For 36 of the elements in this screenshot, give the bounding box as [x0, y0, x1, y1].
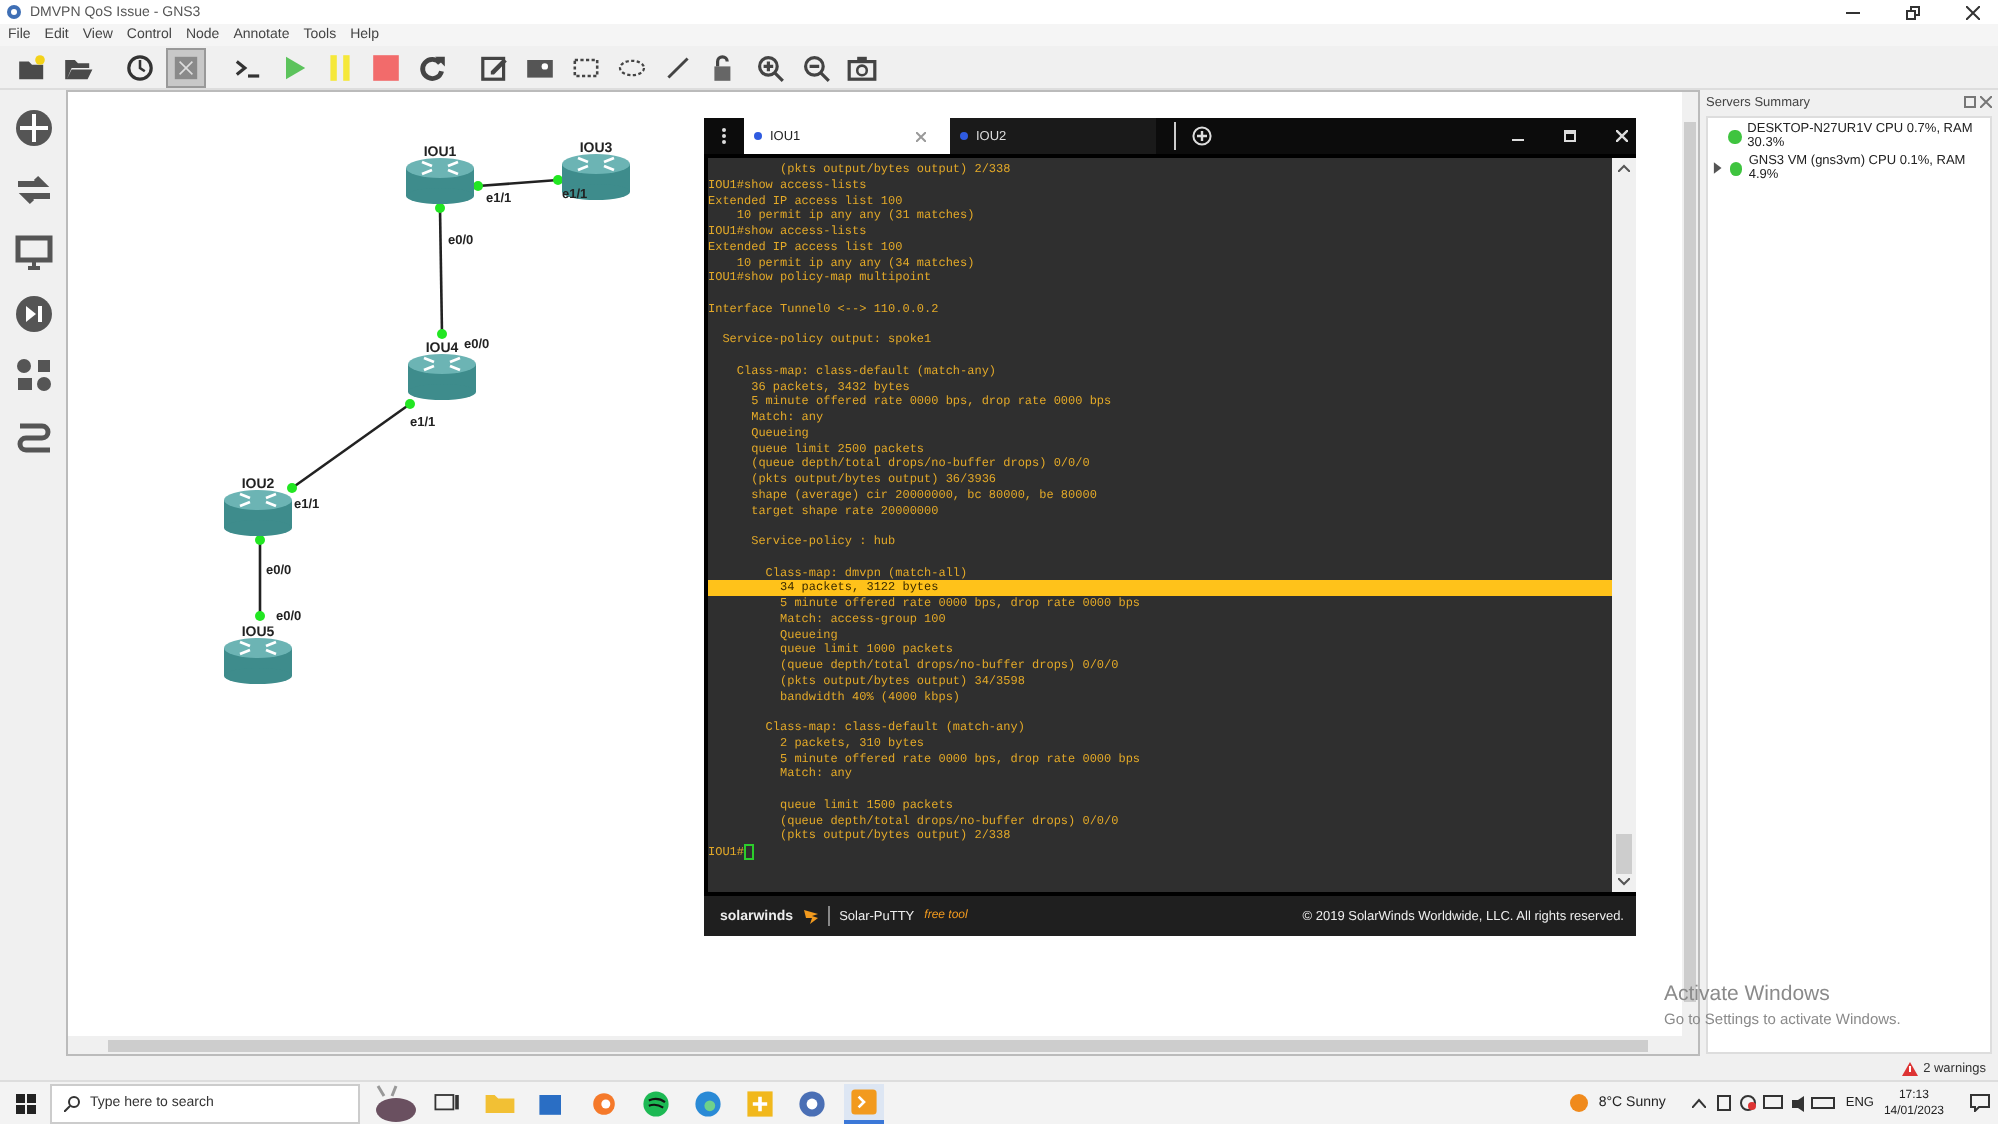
- warning-icon: [1901, 1061, 1918, 1075]
- scroll-up-icon[interactable]: [1618, 164, 1630, 172]
- scroll-down-icon[interactable]: [1618, 878, 1630, 886]
- browser-icon[interactable]: [690, 1085, 726, 1121]
- scrollbar-thumb[interactable]: [108, 1039, 1648, 1051]
- play-pause-icon[interactable]: [13, 294, 53, 334]
- link-line[interactable]: [477, 178, 559, 188]
- tab-close-icon[interactable]: [916, 131, 926, 141]
- tray-icons-drawing[interactable]: [1715, 1094, 1836, 1112]
- link-line[interactable]: [291, 402, 411, 490]
- search-icon: [64, 1095, 80, 1111]
- flame-icon: [803, 908, 818, 924]
- text-cursor: [744, 844, 755, 860]
- float-icon[interactable]: [1964, 96, 1976, 108]
- expand-arrow-icon[interactable]: [1712, 162, 1724, 174]
- cable-icon[interactable]: [13, 418, 53, 458]
- app-icon[interactable]: [794, 1085, 830, 1121]
- router-icon[interactable]: [562, 154, 630, 200]
- chevron-up-icon[interactable]: [1691, 1098, 1706, 1108]
- minimize-icon[interactable]: [1845, 11, 1859, 13]
- devices-icon[interactable]: [13, 356, 53, 396]
- routers-icon[interactable]: [13, 108, 53, 148]
- music-app-icon[interactable]: [638, 1085, 674, 1121]
- notification-icon[interactable]: [1970, 1094, 1990, 1112]
- scrollbar-thumb[interactable]: [1616, 834, 1632, 874]
- restore-icon[interactable]: [1905, 5, 1919, 19]
- windows-logo-icon[interactable]: [15, 1093, 35, 1113]
- monitor-icon[interactable]: [13, 232, 53, 272]
- sun-icon: [1570, 1094, 1589, 1112]
- maximize-icon[interactable]: [1564, 130, 1576, 142]
- arrows-icon[interactable]: [13, 170, 53, 210]
- grid-toggle-icon[interactable]: [166, 47, 206, 87]
- add-tab-icon[interactable]: [1192, 126, 1212, 146]
- link-line[interactable]: [438, 207, 444, 335]
- close-icon[interactable]: [1965, 5, 1979, 19]
- link-line[interactable]: [258, 540, 262, 616]
